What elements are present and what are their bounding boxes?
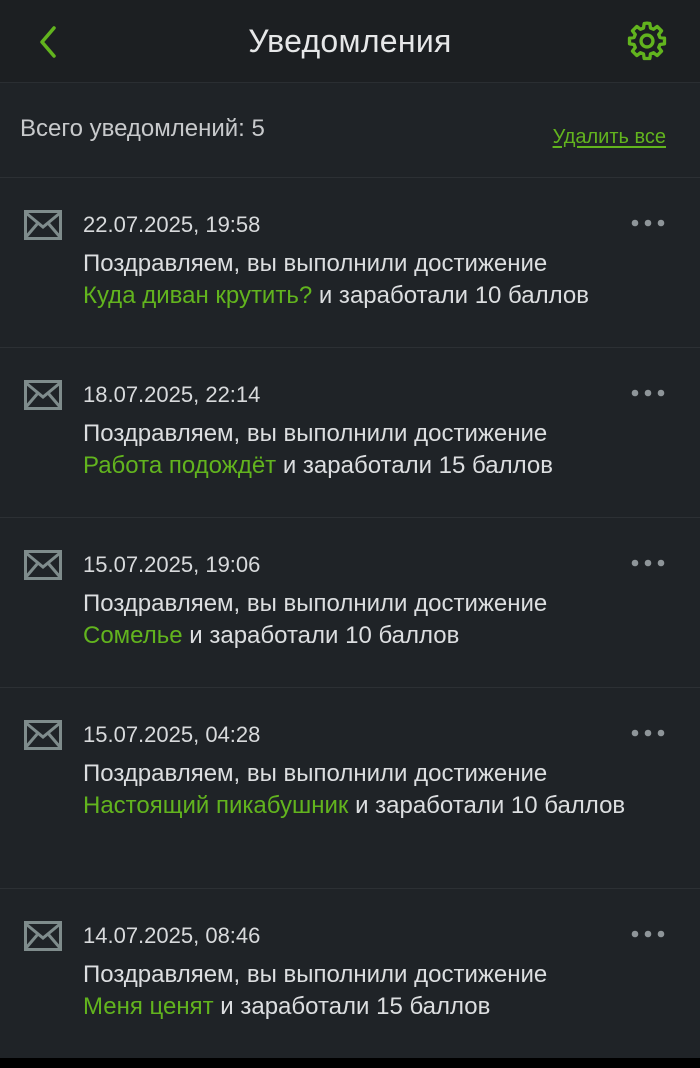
achievement-link[interactable]: Куда диван крутить? [83, 282, 312, 309]
notification-item: 15.07.2025, 04:28 Поздравляем, вы выполн… [0, 688, 700, 889]
notification-reward: и заработали 10 баллов [318, 282, 589, 309]
notification-message: Поздравляем, вы выполнили достижение [83, 590, 548, 617]
notification-date: 18.07.2025, 22:14 [83, 382, 261, 407]
notifications-count: Всего уведомлений: 5 [20, 115, 265, 142]
more-options-button[interactable] [626, 548, 670, 578]
notification-date: 15.07.2025, 19:06 [83, 552, 261, 577]
envelope-icon [24, 720, 62, 750]
page-title: Уведомления [248, 23, 452, 59]
achievement-link[interactable]: Настоящий пикабушник [83, 792, 348, 819]
notification-date: 14.07.2025, 08:46 [83, 923, 261, 948]
gear-icon [627, 21, 667, 61]
more-options-button[interactable] [626, 378, 670, 408]
more-dots-icon [631, 219, 665, 227]
notifications-list: 22.07.2025, 19:58 Поздравляем, вы выполн… [0, 178, 700, 1059]
envelope-icon [24, 550, 62, 580]
more-options-button[interactable] [626, 718, 670, 748]
achievement-link[interactable]: Работа подождёт [83, 452, 276, 479]
notification-item: 14.07.2025, 08:46 Поздравляем, вы выполн… [0, 889, 700, 1059]
notification-item: 15.07.2025, 19:06 Поздравляем, вы выполн… [0, 518, 700, 688]
envelope-icon [24, 210, 62, 240]
notification-reward: и заработали 15 баллов [282, 452, 553, 479]
more-dots-icon [631, 930, 665, 938]
more-dots-icon [631, 729, 665, 737]
notification-reward: и заработали 10 баллов [189, 622, 460, 649]
more-dots-icon [631, 559, 665, 567]
notification-message: Поздравляем, вы выполнили достижение [83, 961, 548, 988]
top-bar: Уведомления [0, 0, 700, 83]
notification-date: 15.07.2025, 04:28 [83, 722, 261, 747]
notifications-summary: Всего уведомлений: 5 Удалить все [0, 83, 700, 178]
notification-message: Поздравляем, вы выполнили достижение [83, 250, 548, 277]
notification-reward: и заработали 10 баллов [355, 792, 626, 819]
notification-reward: и заработали 15 баллов [220, 993, 491, 1020]
notification-message: Поздравляем, вы выполнили достижение [83, 420, 548, 447]
more-dots-icon [631, 389, 665, 397]
more-options-button[interactable] [626, 208, 670, 238]
notification-item: 22.07.2025, 19:58 Поздравляем, вы выполн… [0, 178, 700, 348]
notification-item: 18.07.2025, 22:14 Поздравляем, вы выполн… [0, 348, 700, 518]
notification-text: Поздравляем, вы выполнили достижение Соме… [83, 588, 673, 652]
settings-button[interactable] [624, 18, 670, 64]
achievement-link[interactable]: Меня ценят [83, 993, 214, 1020]
achievement-link[interactable]: Сомелье [83, 622, 183, 649]
back-button[interactable] [28, 22, 68, 62]
notification-text: Поздравляем, вы выполнили достижение Куда… [83, 248, 673, 312]
envelope-icon [24, 380, 62, 410]
notification-message: Поздравляем, вы выполнили достижение [83, 760, 548, 787]
notification-text: Поздравляем, вы выполнили достижение Рабо… [83, 418, 673, 482]
notification-date: 22.07.2025, 19:58 [83, 212, 261, 237]
chevron-left-icon [40, 26, 56, 58]
notification-text: Поздравляем, вы выполнили достижение Наст… [83, 758, 673, 822]
more-options-button[interactable] [626, 919, 670, 949]
notification-text: Поздравляем, вы выполнили достижение Меня… [83, 959, 673, 1023]
bottom-edge [0, 1058, 700, 1068]
delete-all-link[interactable]: Удалить все [553, 126, 666, 149]
envelope-icon [24, 921, 62, 951]
